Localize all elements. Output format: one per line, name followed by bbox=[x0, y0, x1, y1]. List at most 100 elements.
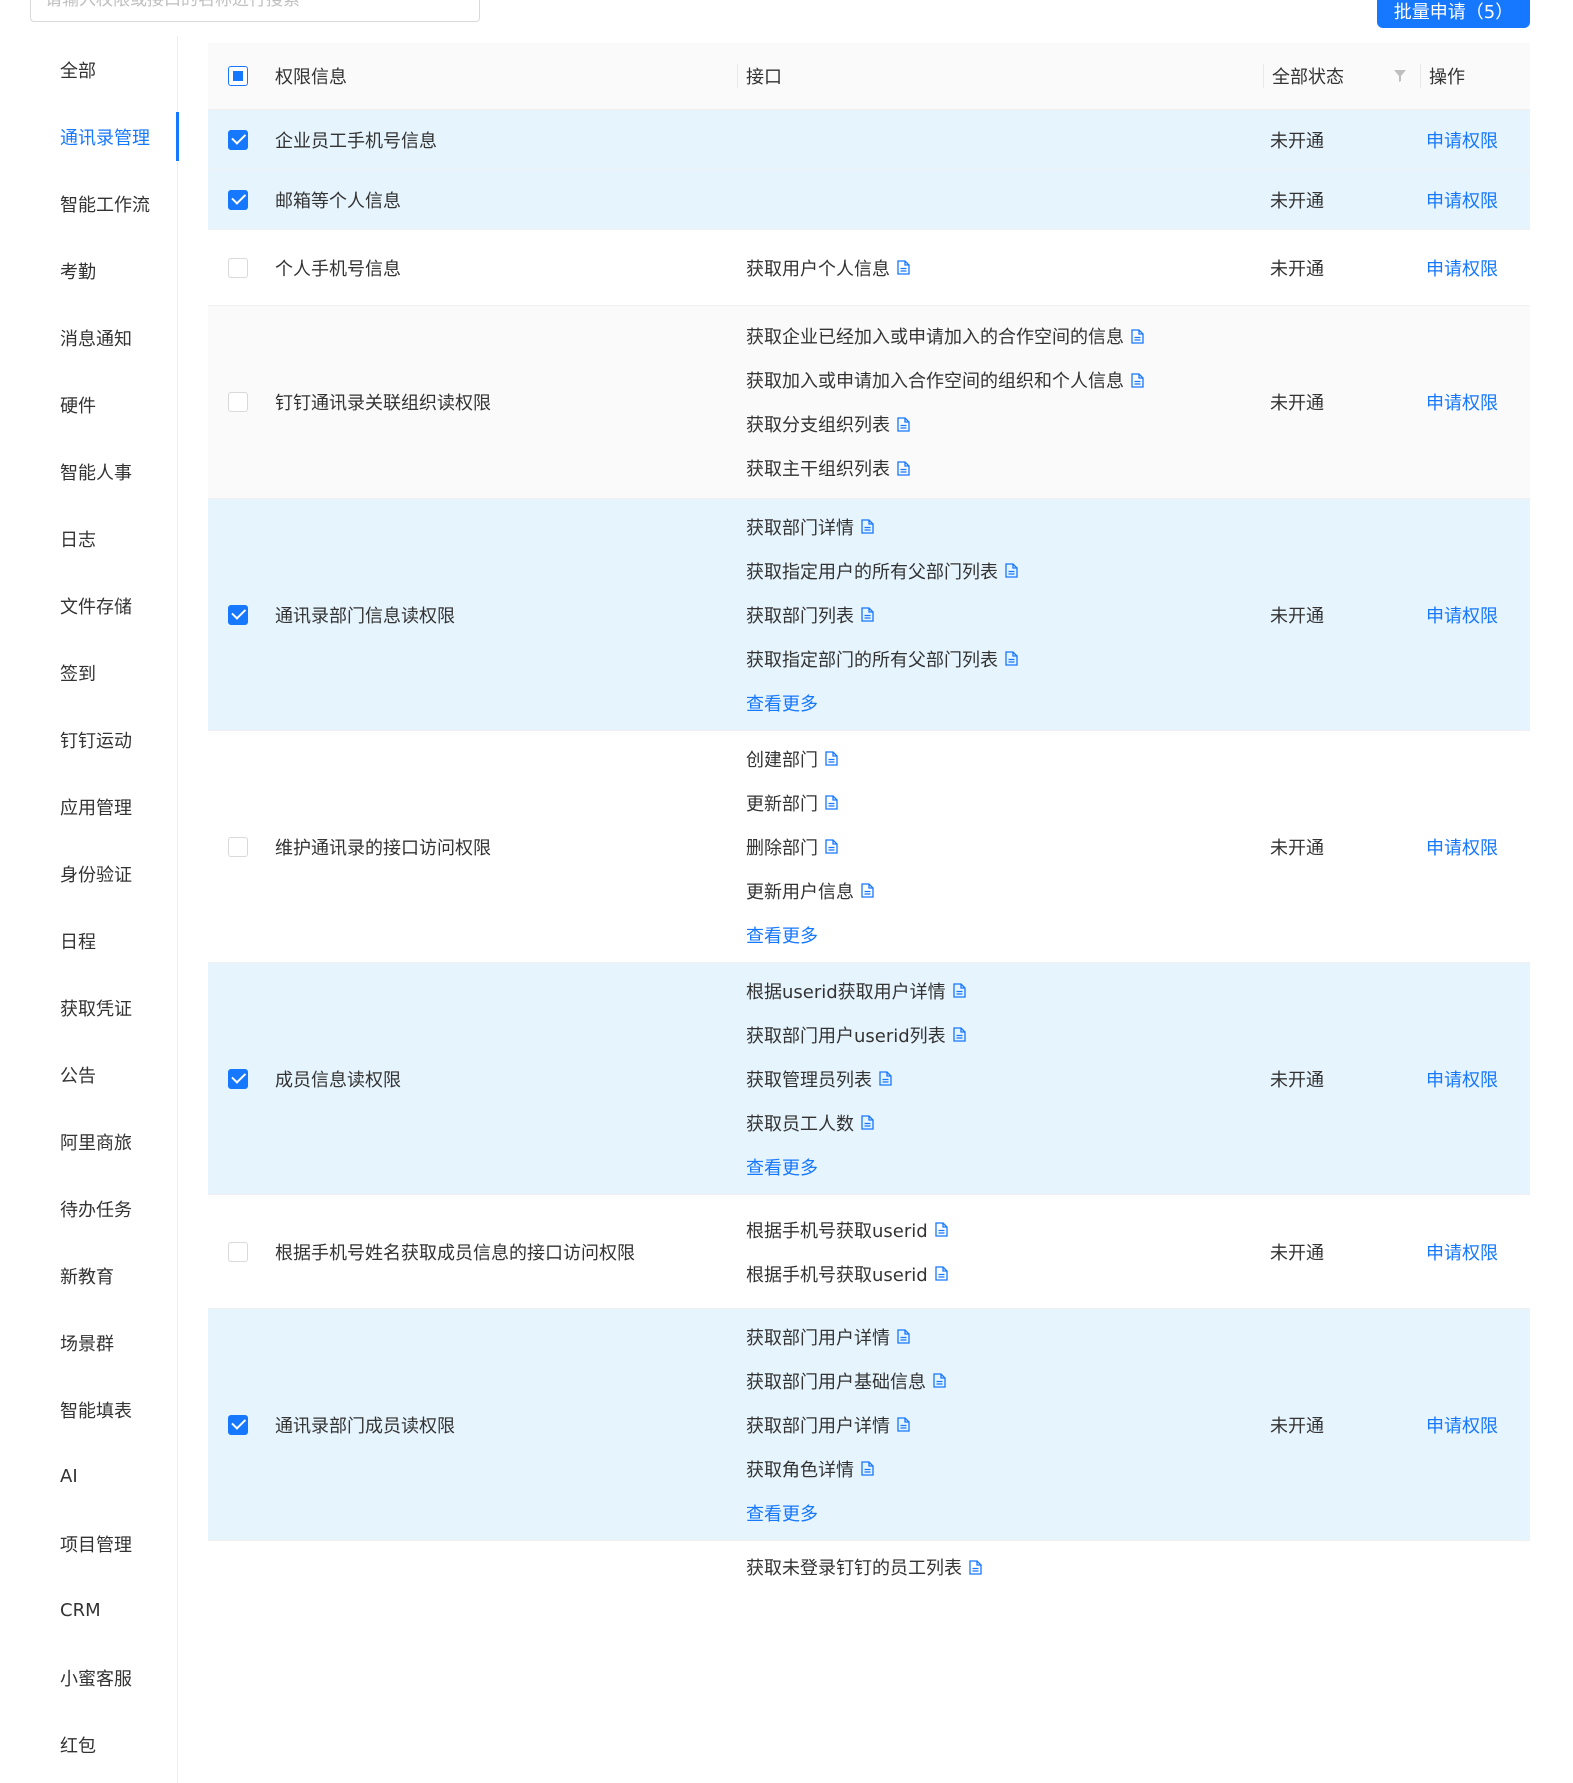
apply-permission-link[interactable]: 申请权限 bbox=[1418, 187, 1530, 213]
sidebar-item[interactable]: 钉钉运动 bbox=[30, 706, 177, 773]
row-checkbox[interactable] bbox=[227, 1241, 248, 1262]
sidebar-item[interactable]: 消息通知 bbox=[30, 304, 177, 371]
document-icon[interactable] bbox=[897, 1329, 910, 1344]
batch-apply-button[interactable]: 批量申请（5） bbox=[1377, 0, 1530, 28]
api-name[interactable]: 根据手机号获取userid bbox=[746, 1261, 928, 1287]
apply-permission-link[interactable]: 申请权限 bbox=[1418, 127, 1530, 153]
search-input[interactable] bbox=[30, 0, 480, 22]
sidebar-item[interactable]: 通讯录管理 bbox=[30, 103, 179, 170]
api-name[interactable]: 获取未登录钉钉的员工列表 bbox=[746, 1554, 962, 1580]
document-icon[interactable] bbox=[825, 795, 838, 810]
api-name[interactable]: 获取分支组织列表 bbox=[746, 411, 890, 437]
sidebar-item[interactable]: 新教育 bbox=[30, 1242, 177, 1309]
sidebar-item[interactable]: 小蜜客服 bbox=[30, 1644, 177, 1711]
row-checkbox[interactable] bbox=[227, 257, 248, 278]
row-checkbox[interactable] bbox=[227, 1068, 248, 1089]
view-more-link[interactable]: 查看更多 bbox=[746, 1491, 1262, 1535]
apply-permission-link[interactable]: 申请权限 bbox=[1418, 834, 1530, 860]
sidebar-item[interactable]: CRM bbox=[30, 1577, 177, 1644]
sidebar-item[interactable]: 全部 bbox=[30, 36, 177, 103]
api-name[interactable]: 获取部门列表 bbox=[746, 602, 854, 628]
api-name[interactable]: 获取部门用户详情 bbox=[746, 1324, 890, 1350]
document-icon[interactable] bbox=[897, 460, 910, 476]
document-icon[interactable] bbox=[861, 883, 874, 898]
sidebar-item[interactable]: AI bbox=[30, 1443, 177, 1510]
api-name[interactable]: 获取部门用户详情 bbox=[746, 1412, 890, 1438]
sidebar-item[interactable]: 智能工作流 bbox=[30, 170, 177, 237]
sidebar-item[interactable]: 文件存储 bbox=[30, 572, 177, 639]
document-icon[interactable] bbox=[861, 519, 874, 534]
row-checkbox[interactable] bbox=[227, 1414, 248, 1435]
document-icon[interactable] bbox=[1005, 651, 1018, 666]
apply-permission-link[interactable]: 申请权限 bbox=[1418, 255, 1530, 281]
document-icon[interactable] bbox=[897, 416, 910, 432]
api-name[interactable]: 更新用户信息 bbox=[746, 878, 854, 904]
document-icon[interactable] bbox=[861, 1115, 874, 1130]
api-name[interactable]: 获取加入或申请加入合作空间的组织和个人信息 bbox=[746, 367, 1124, 393]
api-name[interactable]: 获取员工人数 bbox=[746, 1110, 854, 1136]
api-name[interactable]: 获取指定部门的所有父部门列表 bbox=[746, 646, 998, 672]
sidebar-item[interactable]: 签到 bbox=[30, 639, 177, 706]
apply-permission-link[interactable]: 申请权限 bbox=[1418, 1412, 1530, 1438]
sidebar-item[interactable]: 身份验证 bbox=[30, 840, 177, 907]
api-name[interactable]: 获取部门用户基础信息 bbox=[746, 1368, 926, 1394]
document-icon[interactable] bbox=[861, 607, 874, 622]
apply-permission-link[interactable]: 申请权限 bbox=[1418, 1239, 1530, 1265]
view-more-link[interactable]: 查看更多 bbox=[746, 913, 1262, 957]
row-checkbox[interactable] bbox=[227, 189, 248, 210]
document-icon[interactable] bbox=[897, 260, 910, 275]
sidebar-item[interactable]: 红包 bbox=[30, 1711, 177, 1778]
sidebar-item[interactable]: 待办任务 bbox=[30, 1175, 177, 1242]
sidebar-item[interactable]: 场景群 bbox=[30, 1309, 177, 1376]
document-icon[interactable] bbox=[1005, 563, 1018, 578]
row-checkbox[interactable] bbox=[227, 392, 248, 412]
sidebar-item[interactable]: 智能填表 bbox=[30, 1376, 177, 1443]
document-icon[interactable] bbox=[825, 839, 838, 854]
api-name[interactable]: 根据手机号获取userid bbox=[746, 1217, 928, 1243]
api-name[interactable]: 获取主干组织列表 bbox=[746, 455, 890, 481]
apply-permission-link[interactable]: 申请权限 bbox=[1418, 1066, 1530, 1092]
view-more-link[interactable]: 查看更多 bbox=[746, 1145, 1262, 1189]
document-icon[interactable] bbox=[953, 1027, 966, 1042]
document-icon[interactable] bbox=[953, 983, 966, 998]
document-icon[interactable] bbox=[933, 1373, 946, 1388]
sidebar-item[interactable]: 智能人事 bbox=[30, 438, 177, 505]
api-name[interactable]: 获取指定用户的所有父部门列表 bbox=[746, 558, 998, 584]
api-name[interactable]: 创建部门 bbox=[746, 746, 818, 772]
select-all-checkbox[interactable] bbox=[227, 66, 248, 86]
sidebar-item[interactable]: 日志 bbox=[30, 505, 177, 572]
api-name[interactable]: 获取角色详情 bbox=[746, 1456, 854, 1482]
document-icon[interactable] bbox=[935, 1222, 948, 1237]
api-name[interactable]: 更新部门 bbox=[746, 790, 818, 816]
sidebar-item[interactable]: 硬件 bbox=[30, 371, 177, 438]
document-icon[interactable] bbox=[879, 1071, 892, 1086]
apply-permission-link[interactable]: 申请权限 bbox=[1418, 389, 1530, 415]
row-checkbox[interactable] bbox=[227, 129, 248, 150]
sidebar-item[interactable]: 日程 bbox=[30, 907, 177, 974]
api-name[interactable]: 获取用户个人信息 bbox=[746, 255, 890, 281]
sidebar-item[interactable]: 阿里商旅 bbox=[30, 1108, 177, 1175]
api-name[interactable]: 获取部门用户userid列表 bbox=[746, 1022, 946, 1048]
filter-icon[interactable] bbox=[1394, 70, 1406, 82]
document-icon[interactable] bbox=[825, 751, 838, 766]
api-name[interactable]: 删除部门 bbox=[746, 834, 818, 860]
document-icon[interactable] bbox=[935, 1266, 948, 1281]
document-icon[interactable] bbox=[861, 1461, 874, 1476]
api-name[interactable]: 获取企业已经加入或申请加入的合作空间的信息 bbox=[746, 323, 1124, 349]
view-more-link[interactable]: 查看更多 bbox=[746, 681, 1262, 725]
apply-permission-link[interactable]: 申请权限 bbox=[1418, 602, 1530, 628]
document-icon[interactable] bbox=[969, 1559, 982, 1575]
api-name[interactable]: 根据userid获取用户详情 bbox=[746, 978, 946, 1004]
row-checkbox[interactable] bbox=[227, 604, 248, 625]
row-checkbox[interactable] bbox=[227, 836, 248, 857]
api-name[interactable]: 获取管理员列表 bbox=[746, 1066, 872, 1092]
api-name[interactable]: 获取部门详情 bbox=[746, 514, 854, 540]
sidebar-item[interactable]: 获取凭证 bbox=[30, 974, 177, 1041]
document-icon[interactable] bbox=[1131, 328, 1144, 344]
sidebar-item[interactable]: 应用管理 bbox=[30, 773, 177, 840]
sidebar-item[interactable]: 考勤 bbox=[30, 237, 177, 304]
sidebar-item[interactable]: 项目管理 bbox=[30, 1510, 177, 1577]
document-icon[interactable] bbox=[1131, 372, 1144, 388]
document-icon[interactable] bbox=[897, 1417, 910, 1432]
sidebar-item[interactable]: 公告 bbox=[30, 1041, 177, 1108]
